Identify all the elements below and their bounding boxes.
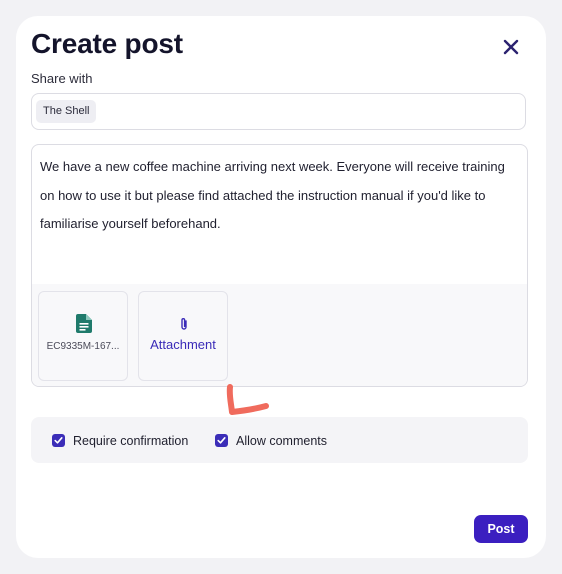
share-with-label: Share with bbox=[31, 71, 93, 86]
page-title: Create post bbox=[31, 28, 183, 59]
file-name: EC9335M-167... bbox=[46, 341, 120, 352]
allow-comments-checkbox[interactable]: Allow comments bbox=[215, 433, 327, 448]
allow-comments-label: Allow comments bbox=[236, 433, 327, 448]
share-with-field[interactable]: The Shell bbox=[31, 93, 526, 130]
require-confirmation-label: Require confirmation bbox=[73, 433, 189, 448]
post-body-text[interactable]: We have a new coffee machine arriving ne… bbox=[40, 153, 513, 239]
close-icon[interactable] bbox=[500, 36, 522, 58]
file-document-icon bbox=[76, 314, 92, 338]
paperclip-icon bbox=[178, 317, 190, 336]
share-chip[interactable]: The Shell bbox=[36, 100, 97, 123]
post-body-box[interactable]: We have a new coffee machine arriving ne… bbox=[31, 144, 528, 387]
attachment-label: Attachment bbox=[150, 337, 216, 352]
annotation-scribble bbox=[226, 384, 269, 415]
attachments-area: EC9335M-167... Attachment bbox=[32, 284, 527, 386]
post-options-bar: Require confirmation Allow comments bbox=[31, 417, 528, 463]
require-confirmation-checkbox[interactable]: Require confirmation bbox=[52, 433, 188, 448]
checkbox-checked-icon[interactable] bbox=[52, 434, 65, 447]
create-post-modal: Create post Share with The Shell We have… bbox=[16, 16, 546, 558]
checkbox-checked-icon[interactable] bbox=[215, 434, 228, 447]
post-button[interactable]: Post bbox=[474, 515, 528, 543]
add-attachment-button[interactable]: Attachment bbox=[138, 291, 228, 381]
file-attachment-tile[interactable]: EC9335M-167... bbox=[38, 291, 128, 381]
